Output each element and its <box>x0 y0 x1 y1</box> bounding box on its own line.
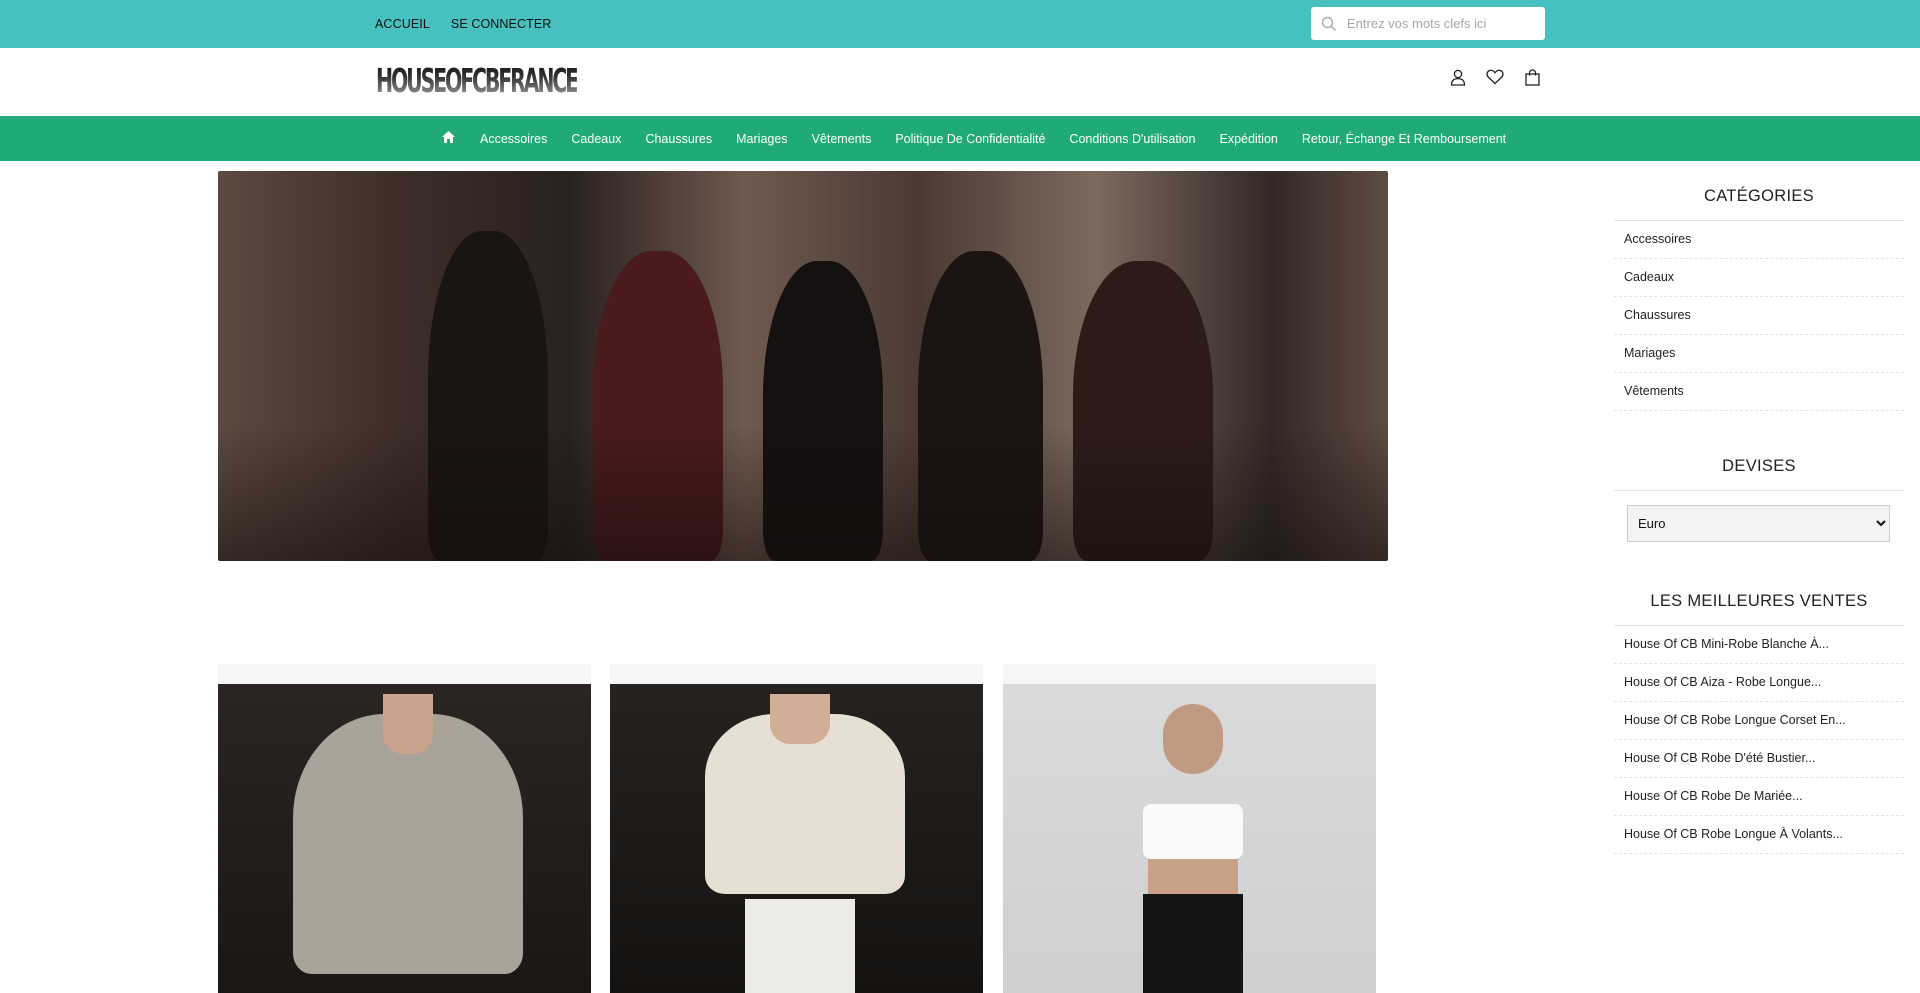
nav-list: Accessoires Cadeaux Chaussures Mariages … <box>441 116 1530 161</box>
top-links: ACCUEIL SE CONNECTER <box>375 0 551 48</box>
bestseller-item[interactable]: House Of CB Mini-Robe Blanche À... <box>1614 626 1904 664</box>
nav-item-terms[interactable]: Conditions D'utilisation <box>1069 132 1195 146</box>
product-card[interactable] <box>1003 664 1376 993</box>
bestseller-item[interactable]: House Of CB Robe D'été Bustier... <box>1614 740 1904 778</box>
nav-item-returns[interactable]: Retour, Échange Et Remboursement <box>1302 132 1506 146</box>
login-link[interactable]: SE CONNECTER <box>451 17 552 31</box>
site-logo[interactable]: HOUSEOFCBFRANCE <box>376 61 579 100</box>
home-icon[interactable] <box>441 130 456 147</box>
categories-title: CATÉGORIES <box>1614 171 1904 221</box>
category-item-accessoires[interactable]: Accessoires <box>1614 221 1904 259</box>
sidebar: CATÉGORIES Accessoires Cadeaux Chaussure… <box>1614 171 1904 854</box>
top-bar: ACCUEIL SE CONNECTER <box>0 0 1920 48</box>
user-icon[interactable] <box>1449 68 1467 86</box>
category-item-vetements[interactable]: Vêtements <box>1614 373 1904 411</box>
category-item-cadeaux[interactable]: Cadeaux <box>1614 259 1904 297</box>
bestseller-item[interactable]: House Of CB Robe Longue À Volants... <box>1614 816 1904 854</box>
product-image[interactable] <box>1003 684 1376 993</box>
currency-title: DEVISES <box>1614 441 1904 491</box>
nav-item-accessoires[interactable]: Accessoires <box>480 132 547 146</box>
search-icon[interactable] <box>1311 7 1347 40</box>
currency-select[interactable]: Euro <box>1627 505 1890 542</box>
product-card[interactable] <box>610 664 983 993</box>
search-input[interactable] <box>1347 8 1537 39</box>
nav-item-shipping[interactable]: Expédition <box>1219 132 1277 146</box>
categories-list: Accessoires Cadeaux Chaussures Mariages … <box>1614 221 1904 411</box>
product-image[interactable] <box>218 684 591 993</box>
nav-item-privacy[interactable]: Politique De Confidentialité <box>895 132 1045 146</box>
bestseller-item[interactable]: House Of CB Aiza - Robe Longue... <box>1614 664 1904 702</box>
banner-floor <box>218 424 1388 561</box>
header: HOUSEOFCBFRANCE <box>0 48 1920 116</box>
category-item-mariages[interactable]: Mariages <box>1614 335 1904 373</box>
nav-item-mariages[interactable]: Mariages <box>736 132 787 146</box>
bestsellers-title: LES MEILLEURES VENTES <box>1614 576 1904 626</box>
search-box[interactable] <box>1311 7 1545 40</box>
bestsellers-list: House Of CB Mini-Robe Blanche À... House… <box>1614 626 1904 854</box>
shopping-bag-icon[interactable] <box>1523 68 1541 86</box>
hero-banner[interactable] <box>218 171 1388 561</box>
bestseller-item[interactable]: House Of CB Robe Longue Corset En... <box>1614 702 1904 740</box>
header-icons <box>1449 68 1541 86</box>
category-item-chaussures[interactable]: Chaussures <box>1614 297 1904 335</box>
nav-item-vetements[interactable]: Vêtements <box>812 132 872 146</box>
nav-item-chaussures[interactable]: Chaussures <box>645 132 712 146</box>
nav-home-item[interactable] <box>441 130 456 147</box>
main-nav: Accessoires Cadeaux Chaussures Mariages … <box>0 116 1920 161</box>
heart-icon[interactable] <box>1486 68 1504 86</box>
home-link[interactable]: ACCUEIL <box>375 17 430 31</box>
product-card[interactable] <box>218 664 591 993</box>
bestseller-item[interactable]: House Of CB Robe De Mariée... <box>1614 778 1904 816</box>
product-image[interactable] <box>610 684 983 993</box>
nav-item-cadeaux[interactable]: Cadeaux <box>571 132 621 146</box>
